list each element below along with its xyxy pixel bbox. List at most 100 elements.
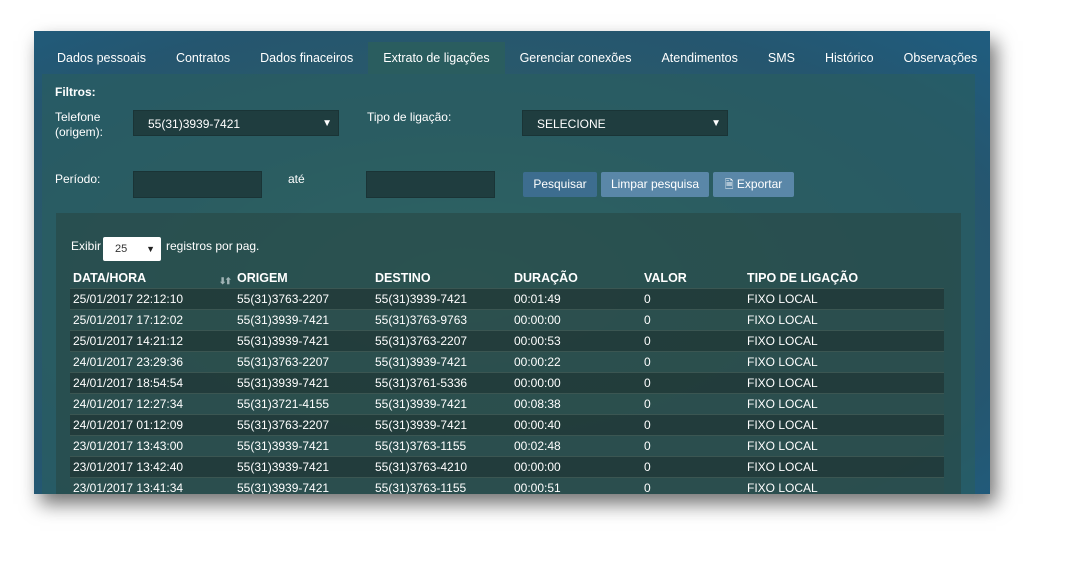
chevron-down-icon: ▼ bbox=[322, 118, 332, 129]
column-header-value[interactable]: VALOR bbox=[641, 268, 744, 289]
table-row[interactable]: 23/01/2017 13:42:40 55(31)3939-7421 55(31)… bbox=[70, 456, 944, 478]
show-label: Exibir bbox=[71, 239, 102, 253]
cell-origin: 55(31)3939-7421 bbox=[234, 330, 372, 352]
cell-call-type: FIXO LOCAL bbox=[744, 351, 944, 373]
cell-value: 0 bbox=[641, 477, 744, 494]
cell-datetime: 24/01/2017 12:27:34 bbox=[70, 393, 234, 415]
cell-call-type: FIXO LOCAL bbox=[744, 330, 944, 352]
cell-datetime: 24/01/2017 18:54:54 bbox=[70, 372, 234, 394]
cell-value: 0 bbox=[641, 372, 744, 394]
cell-call-type: FIXO LOCAL bbox=[744, 456, 944, 478]
tab-extrato-ligacoes[interactable]: Extrato de ligações bbox=[368, 42, 505, 74]
table-row[interactable]: 24/01/2017 12:27:34 55(31)3721-4155 55(31)… bbox=[70, 393, 944, 415]
tab-dados-pessoais[interactable]: Dados pessoais bbox=[42, 42, 161, 74]
cell-origin: 55(31)3939-7421 bbox=[234, 309, 372, 331]
table-row[interactable]: 25/01/2017 22:12:10 55(31)3763-2207 55(31)… bbox=[70, 288, 944, 310]
cell-datetime: 23/01/2017 13:43:00 bbox=[70, 435, 234, 457]
call-type-label: Tipo de ligação: bbox=[367, 110, 452, 124]
cell-call-type: FIXO LOCAL bbox=[744, 414, 944, 436]
table-row[interactable]: 24/01/2017 18:54:54 55(31)3939-7421 55(31)… bbox=[70, 372, 944, 394]
column-header-destination[interactable]: DESTINO bbox=[372, 268, 511, 289]
cell-duration: 00:00:00 bbox=[511, 309, 641, 331]
table-row[interactable]: 23/01/2017 13:41:34 55(31)3939-7421 55(31)… bbox=[70, 477, 944, 494]
cell-origin: 55(31)3939-7421 bbox=[234, 435, 372, 457]
tab-dados-financeiros[interactable]: Dados finaceiros bbox=[245, 42, 368, 74]
cell-call-type: FIXO LOCAL bbox=[744, 393, 944, 415]
column-header-origin[interactable]: ORIGEM bbox=[234, 268, 372, 289]
call-type-select-value: SELECIONE bbox=[537, 117, 606, 131]
export-button[interactable]: 🗎 Exportar bbox=[713, 172, 794, 197]
cell-datetime: 25/01/2017 22:12:10 bbox=[70, 288, 234, 310]
table-header-row: DATA/HORA ⬇⬆ ORIGEM DESTINO DURAÇÃO VALO… bbox=[70, 268, 944, 289]
phone-label-line1: Telefone bbox=[55, 110, 101, 124]
cell-value: 0 bbox=[641, 435, 744, 457]
phone-select-value: 55(31)3939-7421 bbox=[148, 117, 241, 131]
until-label: até bbox=[288, 172, 305, 186]
chevron-down-icon: ▼ bbox=[711, 118, 721, 129]
table-row[interactable]: 24/01/2017 23:29:36 55(31)3763-2207 55(31)… bbox=[70, 351, 944, 373]
cell-origin: 55(31)3939-7421 bbox=[234, 477, 372, 494]
cell-call-type: FIXO LOCAL bbox=[744, 288, 944, 310]
cell-call-type: FIXO LOCAL bbox=[744, 372, 944, 394]
cell-duration: 00:00:00 bbox=[511, 372, 641, 394]
cell-value: 0 bbox=[641, 393, 744, 415]
cell-datetime: 25/01/2017 17:12:02 bbox=[70, 309, 234, 331]
column-label: DATA/HORA bbox=[73, 271, 147, 285]
cell-destination: 55(31)3761-5336 bbox=[372, 372, 511, 394]
cell-origin: 55(31)3721-4155 bbox=[234, 393, 372, 415]
cell-value: 0 bbox=[641, 309, 744, 331]
sort-icon[interactable]: ⬇⬆ bbox=[219, 276, 232, 287]
tab-observacoes[interactable]: Observações bbox=[889, 42, 990, 74]
per-page-label: registros por pag. bbox=[166, 239, 260, 253]
cell-value: 0 bbox=[641, 414, 744, 436]
cell-origin: 55(31)3939-7421 bbox=[234, 456, 372, 478]
column-header-call-type[interactable]: TIPO DE LIGAÇÃO bbox=[744, 268, 944, 289]
cell-call-type: FIXO LOCAL bbox=[744, 435, 944, 457]
page-size-select[interactable]: 25 ▼ bbox=[103, 237, 161, 261]
cell-destination: 55(31)3939-7421 bbox=[372, 393, 511, 415]
cell-destination: 55(31)3939-7421 bbox=[372, 288, 511, 310]
cell-duration: 00:08:38 bbox=[511, 393, 641, 415]
tab-gerenciar-conexoes[interactable]: Gerenciar conexões bbox=[505, 42, 647, 74]
cell-value: 0 bbox=[641, 456, 744, 478]
tab-contratos[interactable]: Contratos bbox=[161, 42, 245, 74]
tab-atendimentos[interactable]: Atendimentos bbox=[646, 42, 752, 74]
export-button-label: Exportar bbox=[736, 177, 783, 191]
cell-duration: 00:02:48 bbox=[511, 435, 641, 457]
cell-origin: 55(31)3939-7421 bbox=[234, 372, 372, 394]
table-row[interactable]: 23/01/2017 13:43:00 55(31)3939-7421 55(31)… bbox=[70, 435, 944, 457]
cell-duration: 00:00:00 bbox=[511, 456, 641, 478]
cell-duration: 00:00:51 bbox=[511, 477, 641, 494]
tab-sms[interactable]: SMS bbox=[753, 42, 810, 74]
filters-title: Filtros: bbox=[55, 85, 96, 99]
results-box: Exibir 25 ▼ registros por pag. DATA/HORA… bbox=[56, 213, 961, 494]
table-row[interactable]: 25/01/2017 17:12:02 55(31)3939-7421 55(31)… bbox=[70, 309, 944, 331]
cell-datetime: 23/01/2017 13:42:40 bbox=[70, 456, 234, 478]
tab-bar: Dados pessoais Contratos Dados finaceiro… bbox=[42, 42, 990, 74]
cell-duration: 00:01:49 bbox=[511, 288, 641, 310]
clear-search-button[interactable]: Limpar pesquisa bbox=[601, 172, 709, 197]
column-header-datetime[interactable]: DATA/HORA ⬇⬆ bbox=[70, 268, 234, 289]
cell-origin: 55(31)3763-2207 bbox=[234, 288, 372, 310]
cell-destination: 55(31)3763-2207 bbox=[372, 330, 511, 352]
cell-datetime: 23/01/2017 13:41:34 bbox=[70, 477, 234, 494]
cell-duration: 00:00:53 bbox=[511, 330, 641, 352]
phone-label-line2: (origem): bbox=[55, 125, 104, 139]
table-row[interactable]: 25/01/2017 14:21:12 55(31)3939-7421 55(31)… bbox=[70, 330, 944, 352]
column-header-duration[interactable]: DURAÇÃO bbox=[511, 268, 641, 289]
search-button[interactable]: Pesquisar bbox=[523, 172, 597, 197]
cell-datetime: 25/01/2017 14:21:12 bbox=[70, 330, 234, 352]
calls-table: DATA/HORA ⬇⬆ ORIGEM DESTINO DURAÇÃO VALO… bbox=[70, 268, 944, 494]
page-size-value: 25 bbox=[115, 243, 128, 255]
call-type-select[interactable]: SELECIONE ▼ bbox=[522, 110, 728, 136]
cell-call-type: FIXO LOCAL bbox=[744, 477, 944, 494]
export-file-icon: 🗎 bbox=[724, 179, 734, 191]
tab-historico[interactable]: Histórico bbox=[810, 42, 889, 74]
cell-destination: 55(31)3939-7421 bbox=[372, 351, 511, 373]
period-end-input[interactable] bbox=[366, 171, 495, 198]
period-start-input[interactable] bbox=[133, 171, 262, 198]
cell-value: 0 bbox=[641, 288, 744, 310]
phone-select[interactable]: 55(31)3939-7421 ▼ bbox=[133, 110, 339, 136]
table-row[interactable]: 24/01/2017 01:12:09 55(31)3763-2207 55(31)… bbox=[70, 414, 944, 436]
cell-destination: 55(31)3763-1155 bbox=[372, 477, 511, 494]
